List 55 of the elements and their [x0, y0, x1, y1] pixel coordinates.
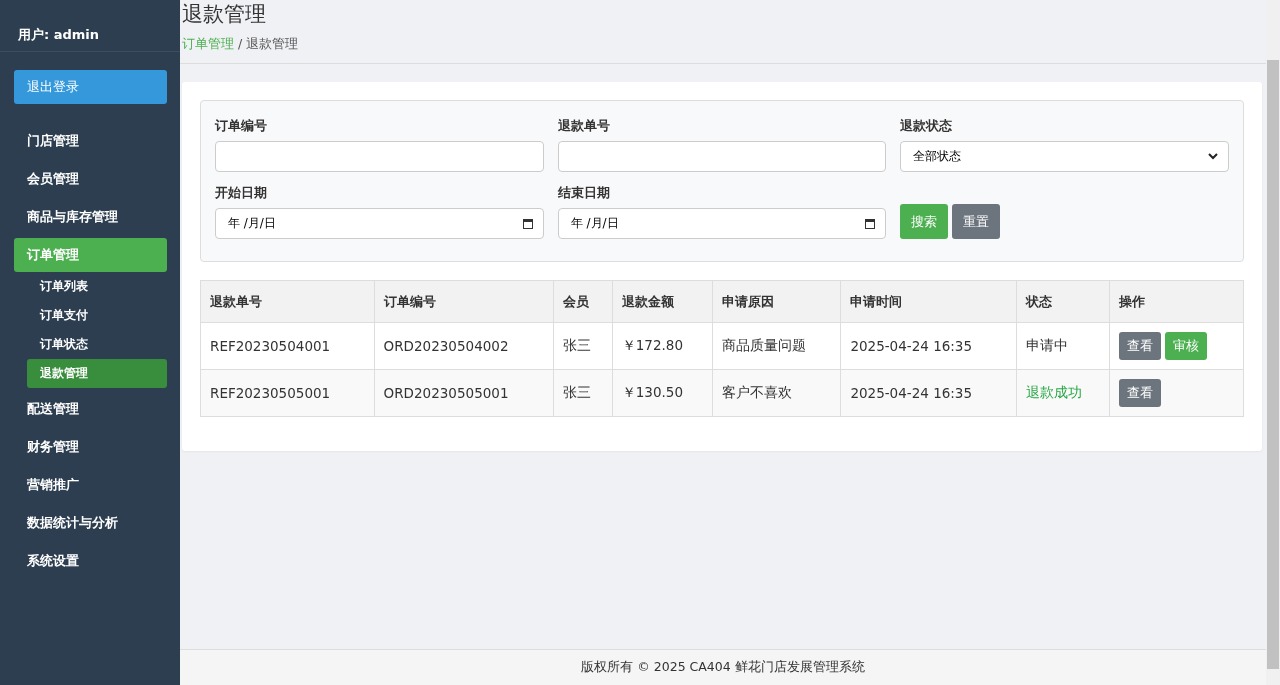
breadcrumb-current: 退款管理	[246, 36, 299, 53]
sidebar-subitem[interactable]: 订单状态	[27, 330, 167, 359]
field-label: 退款状态	[900, 117, 954, 135]
text-input-field[interactable]	[215, 141, 544, 172]
scrollbar[interactable]	[1266, 0, 1280, 685]
table-cell: ￥130.50	[612, 369, 713, 417]
column-header: 申请原因	[712, 280, 841, 323]
table-cell: 2025-04-24 16:35	[840, 322, 1017, 370]
table-cell: ORD20230504002	[374, 322, 554, 370]
column-header: 申请时间	[840, 280, 1017, 323]
field-label: 订单编号	[215, 117, 268, 135]
table-cell: REF20230504001	[200, 322, 375, 370]
page-title: 退款管理	[182, 1, 267, 28]
footer-text: 版权所有 © 2025 CA404 鲜花门店发展管理系统	[180, 649, 1266, 685]
sidebar-item[interactable]: 配送管理	[14, 392, 167, 426]
column-header: 退款单号	[200, 280, 375, 323]
sidebar-subitem[interactable]: 退款管理	[27, 359, 167, 388]
table-cell: 张三	[553, 369, 613, 417]
column-header: 状态	[1016, 280, 1110, 323]
date-input-field[interactable]: 年 /月/日	[215, 208, 544, 239]
column-header: 订单编号	[374, 280, 554, 323]
field-label: 结束日期	[557, 184, 611, 202]
table-cell: 张三	[553, 322, 613, 370]
status-cell: 申请中	[1016, 322, 1110, 370]
table-cell: REF20230505001	[200, 369, 375, 417]
table-cell: 2025-04-24 16:35	[840, 369, 1017, 417]
table-cell: 商品质量问题	[712, 322, 841, 370]
text-input-field[interactable]	[557, 141, 887, 172]
view-button[interactable]: 查看	[1119, 332, 1162, 360]
date-input-field[interactable]: 年 /月/日	[557, 208, 887, 239]
breadcrumb-separator: /	[238, 36, 243, 53]
sidebar-item[interactable]: 数据统计与分析	[14, 506, 167, 540]
sidebar-item[interactable]: 系统设置	[14, 544, 167, 578]
sidebar-item[interactable]: 门店管理	[14, 124, 167, 158]
sidebar-subitem[interactable]: 订单列表	[27, 272, 167, 301]
sidebar-item[interactable]: 财务管理	[14, 430, 167, 464]
sidebar-subitem[interactable]: 订单支付	[27, 301, 167, 330]
sidebar-item[interactable]: 会员管理	[14, 162, 167, 196]
column-header: 操作	[1109, 280, 1244, 323]
column-header: 会员	[553, 280, 613, 323]
table-cell: ￥172.80	[612, 322, 713, 370]
chevron-down-icon	[1208, 153, 1218, 160]
calendar-icon	[522, 218, 533, 229]
status-cell: 退款成功	[1016, 369, 1110, 417]
column-header: 退款金额	[612, 280, 713, 323]
status-select[interactable]: 全部状态	[900, 141, 1229, 172]
calendar-icon	[865, 218, 876, 229]
field-label: 退款单号	[557, 117, 611, 135]
sidebar-item[interactable]: 营销推广	[14, 468, 167, 502]
table-cell: 客户不喜欢	[712, 369, 841, 417]
field-label: 开始日期	[215, 184, 268, 202]
reset-button[interactable]: 重置	[952, 204, 1001, 239]
sidebar-item[interactable]: 商品与库存管理	[14, 200, 167, 234]
view-button[interactable]: 查看	[1119, 379, 1162, 407]
table-cell: ORD20230505001	[374, 369, 554, 417]
